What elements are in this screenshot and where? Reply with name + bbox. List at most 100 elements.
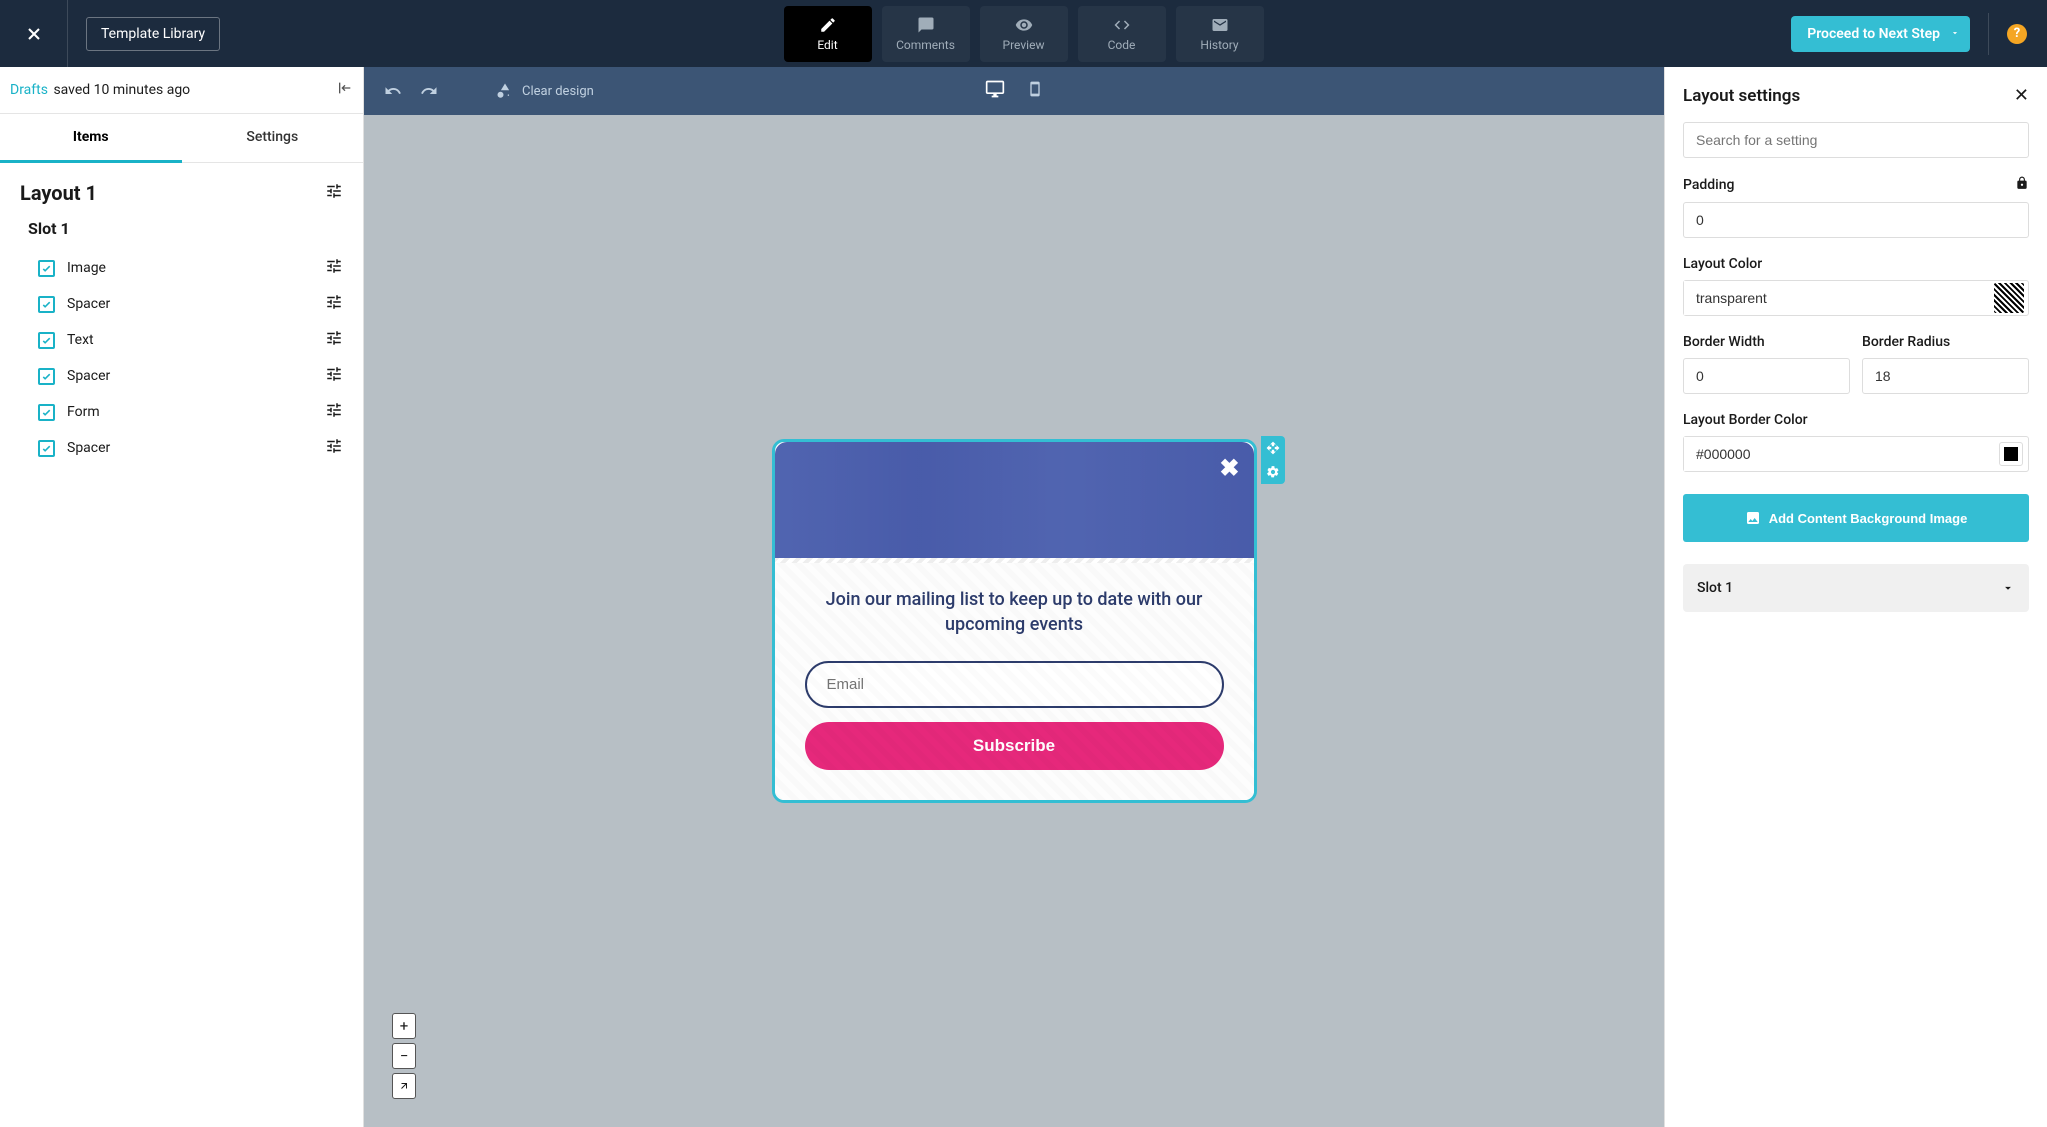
check-icon [41,407,52,418]
slot-item-checkbox[interactable] [38,296,55,313]
tab-history[interactable]: History [1176,6,1264,62]
slot-item-label: Text [67,332,94,348]
slot-item-label: Spacer [67,440,110,456]
move-icon [1266,441,1280,455]
mobile-view-button[interactable] [1027,79,1043,103]
settings-search-input[interactable] [1683,122,2029,158]
desktop-icon [985,79,1005,99]
redo-button[interactable] [420,82,438,100]
zoom-fit-button[interactable] [392,1073,416,1099]
slot-item-settings-button[interactable] [325,437,343,459]
slot-item-checkbox[interactable] [38,404,55,421]
border-color-label: Layout Border Color [1683,412,1808,428]
tab-code[interactable]: Code [1078,6,1166,62]
close-button[interactable] [0,0,67,67]
gear-icon [1266,465,1280,479]
layout-settings-button[interactable] [325,182,343,204]
check-icon [41,263,52,274]
popup-hero-image[interactable] [775,442,1254,563]
slot-item-settings-button[interactable] [325,293,343,315]
tab-comments[interactable]: Comments [882,6,970,62]
saved-text: saved 10 minutes ago [53,82,190,98]
padding-input[interactable] [1683,202,2029,238]
close-icon [24,24,44,44]
border-radius-input[interactable] [1862,358,2029,394]
slot-item-label: Image [67,260,106,276]
popup-card[interactable]: ✖ Join our mailing list to keep up to da… [772,439,1257,803]
settings-panel-close[interactable]: ✕ [2014,85,2029,106]
chevron-down-icon [1950,26,1960,42]
clear-design-button[interactable]: Clear design [496,82,594,100]
slot-item-checkbox[interactable] [38,440,55,457]
slot-item: Spacer [38,430,343,466]
tab-preview[interactable]: Preview [980,6,1068,62]
proceed-button[interactable]: Proceed to Next Step [1791,16,1970,52]
border-radius-label: Border Radius [1862,334,1950,350]
slot-item-checkbox[interactable] [38,368,55,385]
element-settings-button[interactable] [1261,460,1285,484]
canvas-area: Clear design ✖ Join our mailing list [364,67,1664,1127]
border-width-input[interactable] [1683,358,1850,394]
add-bg-image-label: Add Content Background Image [1769,511,1968,526]
popup-email-input[interactable] [805,661,1224,708]
eye-icon [1015,16,1033,34]
comment-icon [917,16,935,34]
layout-color-input[interactable] [1684,281,1994,315]
desktop-view-button[interactable] [985,79,1005,103]
slot-item-settings-button[interactable] [325,329,343,351]
tab-code-label: Code [1108,38,1136,52]
zoom-out-button[interactable]: − [392,1043,416,1069]
zoom-in-button[interactable]: + [392,1013,416,1039]
sidebar-left: Drafts saved 10 minutes ago Items Settin… [0,67,364,1127]
lock-icon [2015,176,2029,190]
slot-item: Text [38,322,343,358]
slot-dropdown-label: Slot 1 [1697,580,1733,596]
drafts-link[interactable]: Drafts [10,82,48,98]
help-button[interactable]: ? [2007,24,2027,44]
redo-icon [420,82,438,100]
draft-status-bar: Drafts saved 10 minutes ago [0,67,363,114]
slot-item-settings-button[interactable] [325,365,343,387]
tab-edit[interactable]: Edit [784,6,872,62]
popup-headline[interactable]: Join our mailing list to keep up to date… [805,587,1224,637]
image-icon [1745,510,1761,526]
slot-item-checkbox[interactable] [38,332,55,349]
border-color-swatch[interactable] [2000,443,2022,465]
border-width-label: Border Width [1683,334,1765,350]
slot-item: Spacer [38,358,343,394]
topbar: Template Library Edit Comments Preview C… [0,0,2047,67]
slot-item: Image [38,250,343,286]
check-icon [41,443,52,454]
layout-color-label: Layout Color [1683,256,1762,272]
slot-title: Slot 1 [28,219,343,238]
slot-item: Spacer [38,286,343,322]
move-element-button[interactable] [1261,436,1285,460]
sidebar-tab-items[interactable]: Items [0,114,182,163]
layout-color-swatch[interactable] [1994,283,2024,313]
eraser-icon [496,82,514,100]
slot-item-settings-button[interactable] [325,401,343,423]
clear-design-label: Clear design [522,84,594,99]
slot-item-settings-button[interactable] [325,257,343,279]
slot-dropdown[interactable]: Slot 1 [1683,564,2029,612]
tab-history-label: History [1200,38,1238,52]
slot-item-checkbox[interactable] [38,260,55,277]
sidebar-tab-settings[interactable]: Settings [182,114,364,163]
tab-comments-label: Comments [896,38,955,52]
collapse-sidebar-button[interactable] [337,80,353,100]
tab-preview-label: Preview [1003,38,1045,52]
template-library-button[interactable]: Template Library [86,17,220,51]
popup-subscribe-button[interactable]: Subscribe [805,722,1224,770]
check-icon [41,335,52,346]
undo-icon [384,82,402,100]
slot-item-label: Spacer [67,368,110,384]
add-bg-image-button[interactable]: Add Content Background Image [1683,494,2029,542]
mobile-icon [1027,79,1043,99]
popup-close-button[interactable]: ✖ [1219,454,1239,482]
undo-button[interactable] [384,82,402,100]
padding-lock-button[interactable] [2015,176,2029,194]
border-color-input[interactable] [1684,437,2000,471]
slot-item: Form [38,394,343,430]
pencil-icon [819,16,837,34]
code-icon [1113,16,1131,34]
